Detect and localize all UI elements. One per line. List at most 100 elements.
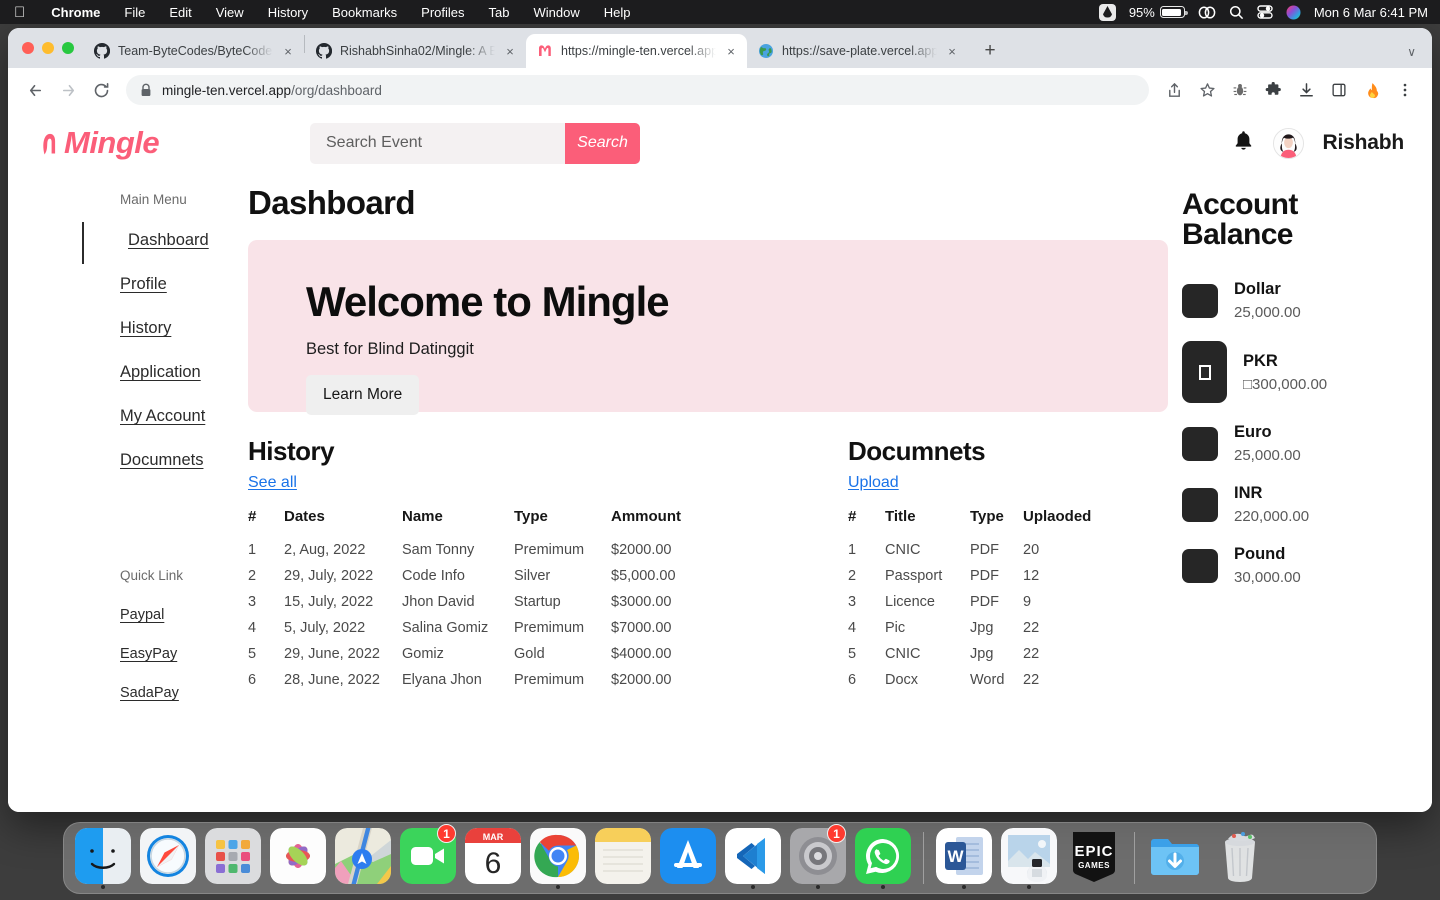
menu-chrome[interactable]: Chrome	[39, 5, 112, 20]
menu-edit[interactable]: Edit	[157, 5, 203, 20]
dock-item-word[interactable]: W	[933, 825, 995, 891]
dock-item-downloads-folder[interactable]	[1144, 825, 1206, 891]
account-balance-panel: Account Balance Dollar 25,000.00 PKR □30…	[1174, 174, 1432, 812]
menu-profiles[interactable]: Profiles	[409, 5, 476, 20]
balance-row-pkr[interactable]: PKR □300,000.00	[1182, 341, 1432, 403]
forward-button[interactable]	[53, 75, 83, 105]
doc-header-title: Title	[885, 508, 916, 525]
tab-search-chevron-icon[interactable]: ∨	[1407, 45, 1416, 59]
dock-item-calendar[interactable]: MAR 6	[462, 825, 524, 891]
download-icon[interactable]	[1291, 75, 1321, 105]
dock-item-safari[interactable]	[137, 825, 199, 891]
bug-extension-icon[interactable]	[1225, 75, 1255, 105]
close-tab-icon[interactable]: ×	[281, 44, 295, 59]
reload-button[interactable]	[86, 75, 116, 105]
dock-item-whatsapp[interactable]	[852, 825, 914, 891]
siri-icon[interactable]	[1286, 5, 1301, 20]
mingle-logo[interactable]: Mingle	[42, 125, 160, 161]
bell-icon[interactable]	[1233, 130, 1254, 157]
menu-window[interactable]: Window	[522, 5, 592, 20]
sidebar-item-my-account[interactable]: My Account	[120, 407, 205, 426]
menu-history[interactable]: History	[256, 5, 320, 20]
browser-tab-2[interactable]: RishabhSinha02/Mingle: A Blind ×	[305, 34, 526, 68]
balance-row-euro[interactable]: Euro 25,000.00	[1182, 423, 1432, 464]
menu-tab[interactable]: Tab	[477, 5, 522, 20]
side-panel-icon[interactable]	[1324, 75, 1354, 105]
search-input[interactable]	[310, 122, 565, 164]
table-row[interactable]: 5 29, June, 2022 Gomiz Gold $4000.00	[248, 641, 848, 667]
search-button[interactable]: Search	[565, 122, 640, 164]
sidebar-item-easypay[interactable]: EasyPay	[120, 646, 177, 662]
sidebar-item-application[interactable]: Application	[120, 363, 201, 382]
balance-row-inr[interactable]: INR 220,000.00	[1182, 484, 1432, 525]
three-dot-menu-icon[interactable]	[1390, 75, 1420, 105]
table-row[interactable]: 1 CNIC PDF 20	[848, 537, 1148, 563]
table-row[interactable]: 3 Licence PDF 9	[848, 589, 1148, 615]
dock-item-system-preferences[interactable]: 1	[787, 824, 849, 891]
table-row[interactable]: 6 Docx Word 22	[848, 667, 1148, 693]
table-row[interactable]: 6 28, June, 2022 Elyana Jhon Premimum $2…	[248, 667, 848, 693]
learn-more-button[interactable]: Learn More	[306, 375, 420, 415]
close-tab-icon[interactable]: ×	[503, 44, 517, 59]
browser-tab-4[interactable]: https://save-plate.vercel.app ×	[747, 34, 968, 68]
share-icon[interactable]	[1159, 75, 1189, 105]
minimize-window-button[interactable]	[42, 42, 54, 54]
dock-item-chrome[interactable]	[527, 825, 589, 891]
dock-item-maps[interactable]	[332, 825, 394, 891]
sidebar-item-history[interactable]: History	[120, 319, 171, 338]
address-bar[interactable]: mingle-ten.vercel.app/org/dashboard	[126, 75, 1149, 105]
handoff-icon[interactable]	[1198, 5, 1216, 19]
dock-item-launchpad[interactable]	[202, 825, 264, 891]
sidebar-item-dashboard[interactable]: Dashboard	[128, 231, 209, 250]
table-row[interactable]: 2 Passport PDF 12	[848, 563, 1148, 589]
menu-bar-clock[interactable]: Mon 6 Mar 6:41 PM	[1314, 5, 1428, 20]
menu-view[interactable]: View	[204, 5, 256, 20]
bookmark-star-icon[interactable]	[1192, 75, 1222, 105]
dock-item-photos[interactable]	[267, 825, 329, 891]
history-header-dates: Dates	[284, 508, 325, 525]
dock-item-notes[interactable]	[592, 825, 654, 891]
sidebar-item-profile[interactable]: Profile	[120, 275, 167, 294]
apple-logo-icon[interactable]: 	[0, 5, 39, 20]
table-row[interactable]: 1 2, Aug, 2022 Sam Tonny Premimum $2000.…	[248, 537, 848, 563]
menu-file[interactable]: File	[112, 5, 157, 20]
menu-help[interactable]: Help	[592, 5, 643, 20]
sidebar-item-sadapay[interactable]: SadaPay	[120, 685, 179, 701]
battery-status[interactable]: 95%	[1129, 5, 1188, 20]
dock-item-finder[interactable]	[72, 825, 134, 891]
dock-item-epic-games[interactable]: EPIC GAMES	[1063, 825, 1125, 891]
running-indicator	[751, 885, 755, 889]
droplet-icon[interactable]	[1098, 3, 1116, 21]
menu-bookmarks[interactable]: Bookmarks	[320, 5, 409, 20]
close-tab-icon[interactable]: ×	[945, 44, 959, 59]
cell-num: 4	[848, 620, 857, 636]
back-button[interactable]	[20, 75, 50, 105]
see-all-link[interactable]: See all	[248, 474, 297, 492]
dock-item-trash[interactable]	[1209, 825, 1271, 891]
dock-item-appstore[interactable]	[657, 825, 719, 891]
sidebar-item-paypal[interactable]: Paypal	[120, 607, 164, 623]
browser-tab-3-active[interactable]: https://mingle-ten.vercel.app/o ×	[526, 34, 747, 68]
table-row[interactable]: 3 15, July, 2022 Jhon David Startup $300…	[248, 589, 848, 615]
dock-item-vscode[interactable]	[722, 825, 784, 891]
spotlight-search-icon[interactable]	[1229, 5, 1244, 20]
new-tab-button[interactable]: +	[976, 37, 1004, 65]
sidebar-item-documnets[interactable]: Documnets	[120, 451, 203, 470]
dock-item-preview[interactable]	[998, 825, 1060, 891]
balance-row-dollar[interactable]: Dollar 25,000.00	[1182, 280, 1432, 321]
browser-tab-1[interactable]: Team-ByteCodes/ByteCodes_C ×	[83, 34, 304, 68]
puzzle-extension-icon[interactable]	[1258, 75, 1288, 105]
maximize-window-button[interactable]	[62, 42, 74, 54]
table-row[interactable]: 2 29, July, 2022 Code Info Silver $5,000…	[248, 563, 848, 589]
balance-row-pound[interactable]: Pound 30,000.00	[1182, 545, 1432, 586]
user-avatar[interactable]	[1272, 127, 1304, 159]
upload-link[interactable]: Upload	[848, 474, 899, 492]
table-row[interactable]: 4 Pic Jpg 22	[848, 615, 1148, 641]
flame-extension-icon[interactable]	[1357, 75, 1387, 105]
table-row[interactable]: 4 5, July, 2022 Salina Gomiz Premimum $7…	[248, 615, 848, 641]
dock-item-facetime[interactable]: 1	[397, 824, 459, 891]
close-tab-icon[interactable]: ×	[724, 44, 738, 59]
close-window-button[interactable]	[22, 42, 34, 54]
control-center-icon[interactable]	[1257, 5, 1273, 19]
table-row[interactable]: 5 CNIC Jpg 22	[848, 641, 1148, 667]
